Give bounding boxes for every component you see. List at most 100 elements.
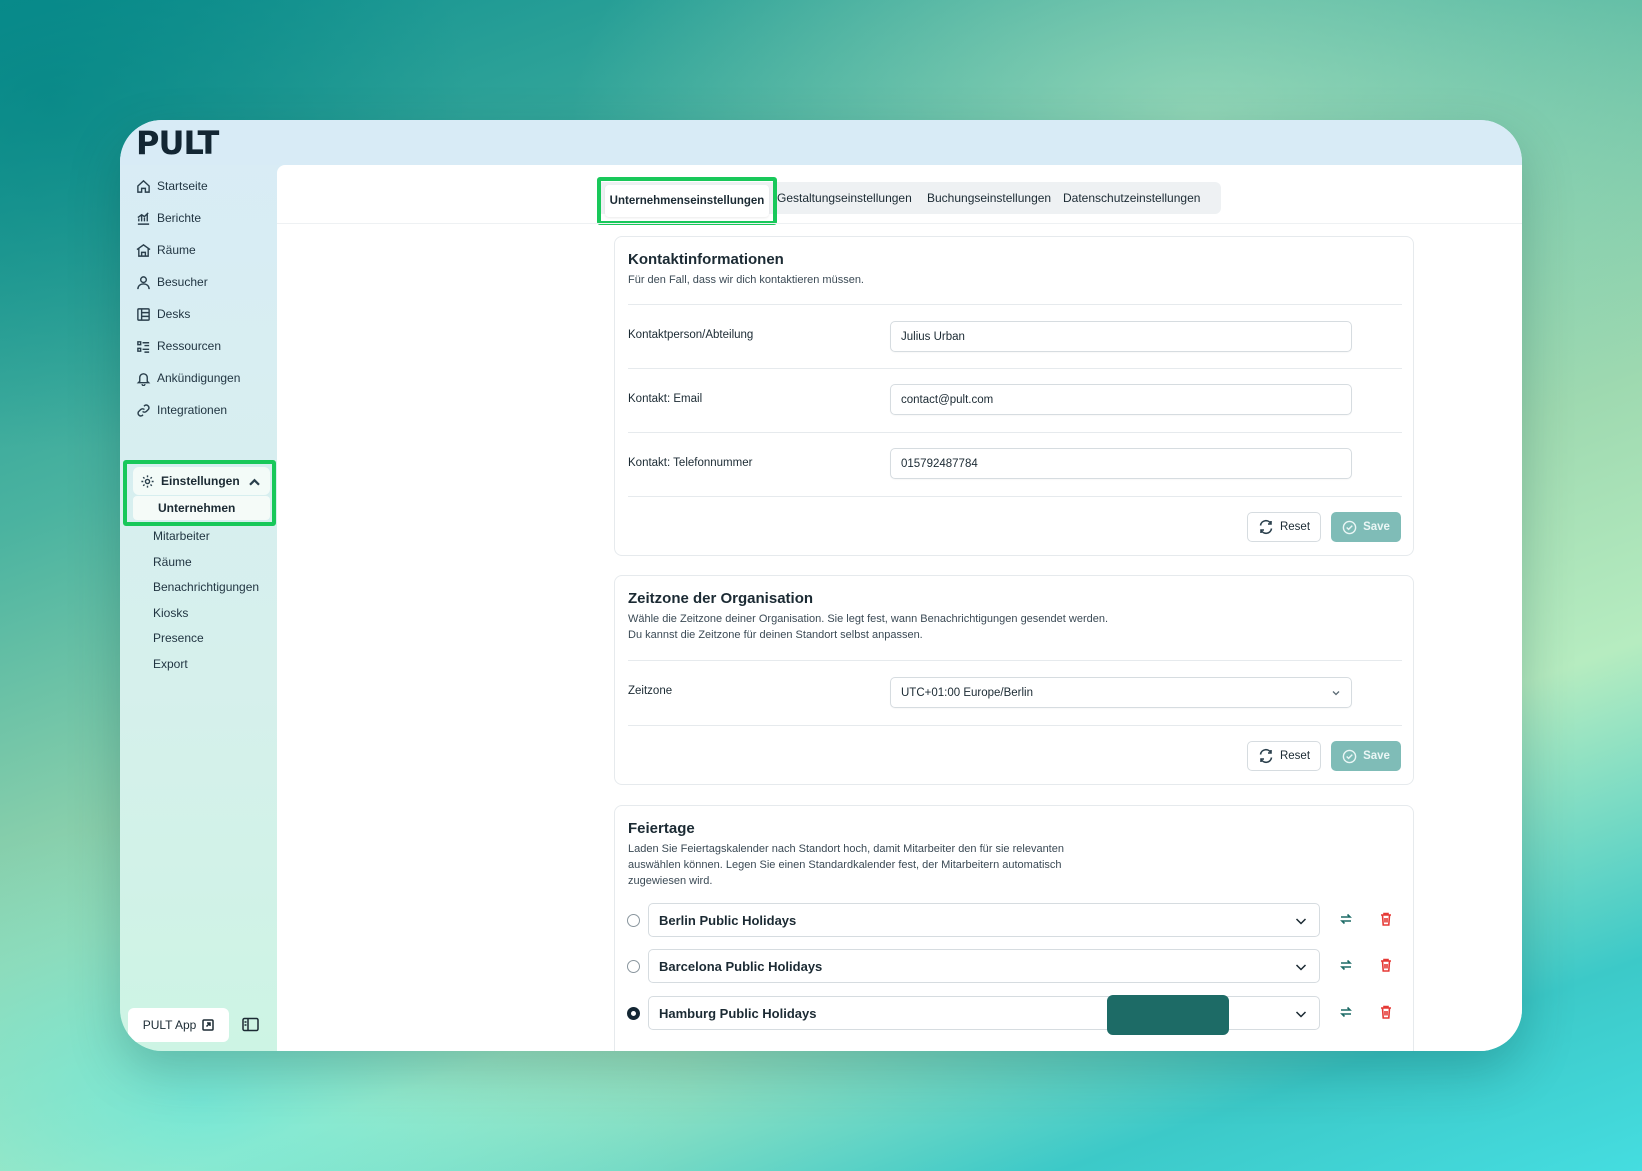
sidebar-subitem-mitarbeiter[interactable]: Mitarbeiter bbox=[153, 529, 210, 543]
sidebar-item-ankuendigungen[interactable]: Ankündigungen bbox=[136, 365, 240, 391]
sidebar-subitem-benachrichtigungen[interactable]: Benachrichtigungen bbox=[153, 580, 259, 594]
holidays-title: Feiertage bbox=[628, 820, 695, 837]
add-calendar-button[interactable] bbox=[1107, 995, 1229, 1035]
holiday-row: Barcelona Public Holidays bbox=[615, 949, 1415, 985]
divider bbox=[628, 368, 1402, 369]
sidebar-item-startseite[interactable]: Startseite bbox=[136, 173, 208, 199]
sidebar-item-integrationen[interactable]: Integrationen bbox=[136, 397, 227, 423]
holiday-row: Berlin Public Holidays bbox=[615, 903, 1415, 939]
bell-icon bbox=[136, 372, 151, 386]
contact-reset-button[interactable]: Reset bbox=[1247, 512, 1321, 542]
timezone-reset-button[interactable]: Reset bbox=[1247, 741, 1321, 771]
holiday-calendar-name: Barcelona Public Holidays bbox=[659, 958, 823, 974]
sidebar-toggle-icon[interactable] bbox=[242, 1017, 259, 1032]
sidebar-item-label: Desks bbox=[157, 307, 191, 321]
reset-icon bbox=[1259, 748, 1273, 764]
desk-icon bbox=[137, 307, 150, 321]
default-radio-selected[interactable] bbox=[627, 1007, 640, 1020]
reset-label: Reset bbox=[1279, 750, 1311, 762]
contact-phone-label: Kontakt: Telefonnummer bbox=[628, 457, 753, 469]
tab-unternehmen[interactable]: Unternehmenseinstellungen bbox=[605, 185, 769, 217]
reset-label: Reset bbox=[1279, 521, 1311, 533]
timezone-value: UTC+01:00 Europe/Berlin bbox=[901, 686, 1034, 699]
contact-email-input[interactable]: contact@pult.com bbox=[890, 384, 1352, 415]
app-window: PULT Startseite Berichte Räume Besucher … bbox=[120, 120, 1522, 1051]
contact-phone-input[interactable]: 015792487784 bbox=[890, 448, 1352, 479]
default-radio[interactable] bbox=[627, 914, 640, 927]
sidebar-item-label: Ressourcen bbox=[157, 339, 222, 353]
trash-icon[interactable] bbox=[1378, 1004, 1394, 1020]
trash-icon[interactable] bbox=[1378, 957, 1394, 973]
sidebar-item-desks[interactable]: Desks bbox=[136, 301, 190, 327]
top-bar: PULT bbox=[120, 120, 1522, 165]
sidebar-item-einstellungen[interactable]: Einstellungen bbox=[133, 467, 270, 495]
sidebar-item-label: Berichte bbox=[157, 211, 202, 225]
sidebar-item-label: Einstellungen bbox=[161, 474, 240, 488]
sidebar-item-label: Besucher bbox=[157, 275, 208, 289]
check-circle-icon bbox=[1342, 749, 1357, 763]
timezone-card: Zeitzone der Organisation Wähle die Zeit… bbox=[614, 575, 1414, 785]
timezone-description-1: Wähle die Zeitzone deiner Organisation. … bbox=[628, 613, 1109, 625]
holidays-description-3: zugewiesen wird. bbox=[628, 875, 713, 887]
sidebar-item-label: Ankündigungen bbox=[157, 371, 241, 385]
timezone-label: Zeitzone bbox=[628, 685, 673, 697]
sidebar-item-label: Räume bbox=[157, 243, 196, 257]
home-icon bbox=[137, 179, 150, 193]
holidays-card: Feiertage Laden Sie Feiertagskalender na… bbox=[614, 805, 1414, 1051]
main-content: Gestaltungseinstellungen Buchungseinstel… bbox=[277, 165, 1522, 1051]
divider bbox=[628, 496, 1402, 497]
contact-card: Kontaktinformationen Für den Fall, dass … bbox=[614, 236, 1414, 556]
chevron-down-icon bbox=[1332, 691, 1340, 696]
sidebar-item-raeume[interactable]: Räume bbox=[136, 237, 196, 263]
holiday-calendar-name: Berlin Public Holidays bbox=[659, 912, 797, 928]
sync-icon[interactable] bbox=[1338, 957, 1354, 973]
contact-person-label: Kontaktperson/Abteilung bbox=[628, 329, 754, 341]
divider bbox=[628, 725, 1402, 726]
resources-icon bbox=[137, 340, 150, 353]
timezone-description-2: Du kannst die Zeitzone für deinen Stando… bbox=[628, 629, 923, 641]
trash-icon[interactable] bbox=[1378, 911, 1394, 927]
sidebar-item-berichte[interactable]: Berichte bbox=[136, 205, 201, 231]
chevron-down-icon bbox=[1295, 1011, 1307, 1018]
sidebar-item-ressourcen[interactable]: Ressourcen bbox=[136, 333, 221, 359]
check-circle-icon bbox=[1342, 520, 1357, 534]
rooms-icon bbox=[136, 243, 151, 257]
contact-email-label: Kontakt: Email bbox=[628, 393, 703, 405]
tab-gestaltung[interactable]: Gestaltungseinstellungen bbox=[777, 182, 912, 214]
sidebar-subitem-presence[interactable]: Presence bbox=[153, 631, 204, 645]
contact-description: Für den Fall, dass wir dich kontaktieren… bbox=[628, 274, 864, 286]
sidebar-subitem-export[interactable]: Export bbox=[153, 657, 188, 671]
holiday-calendar-name: Hamburg Public Holidays bbox=[659, 1005, 817, 1021]
gear-icon bbox=[141, 474, 154, 488]
sidebar-subitem-raeume[interactable]: Räume bbox=[153, 555, 192, 569]
link-icon bbox=[137, 403, 150, 417]
sidebar-subitem-kiosks[interactable]: Kiosks bbox=[153, 606, 188, 620]
active-tab-highlight: Unternehmenseinstellungen bbox=[597, 177, 777, 225]
default-radio[interactable] bbox=[627, 960, 640, 973]
timezone-select[interactable]: UTC+01:00 Europe/Berlin bbox=[890, 677, 1352, 708]
tab-datenschutz[interactable]: Datenschutzeinstellungen bbox=[1063, 182, 1200, 214]
holiday-calendar-select[interactable]: Berlin Public Holidays bbox=[648, 903, 1320, 937]
sync-icon[interactable] bbox=[1338, 1004, 1354, 1020]
sync-icon[interactable] bbox=[1338, 911, 1354, 927]
header-divider bbox=[277, 223, 1522, 224]
timezone-title: Zeitzone der Organisation bbox=[628, 590, 814, 607]
holiday-calendar-select[interactable]: Barcelona Public Holidays bbox=[648, 949, 1320, 983]
sidebar-item-label: Startseite bbox=[157, 179, 208, 193]
reset-icon bbox=[1259, 519, 1273, 535]
pult-app-button[interactable]: PULT App bbox=[128, 1008, 229, 1042]
sidebar-item-besucher[interactable]: Besucher bbox=[136, 269, 208, 295]
contact-person-input[interactable]: Julius Urban bbox=[890, 321, 1352, 352]
contact-title: Kontaktinformationen bbox=[628, 251, 784, 268]
tab-buchung[interactable]: Buchungseinstellungen bbox=[927, 182, 1051, 214]
external-link-icon bbox=[202, 1019, 215, 1031]
holidays-description-1: Laden Sie Feiertagskalender nach Standor… bbox=[628, 843, 1064, 855]
save-label: Save bbox=[1363, 750, 1390, 762]
settings-highlight: Einstellungen Unternehmen bbox=[123, 460, 276, 526]
holidays-description-2: auswählen können. Legen Sie einen Standa… bbox=[628, 859, 1062, 871]
contact-save-button[interactable]: Save bbox=[1331, 512, 1401, 542]
timezone-save-button[interactable]: Save bbox=[1331, 741, 1401, 771]
user-icon bbox=[137, 275, 150, 289]
save-label: Save bbox=[1363, 521, 1390, 533]
sidebar-subitem-unternehmen[interactable]: Unternehmen bbox=[133, 496, 270, 520]
